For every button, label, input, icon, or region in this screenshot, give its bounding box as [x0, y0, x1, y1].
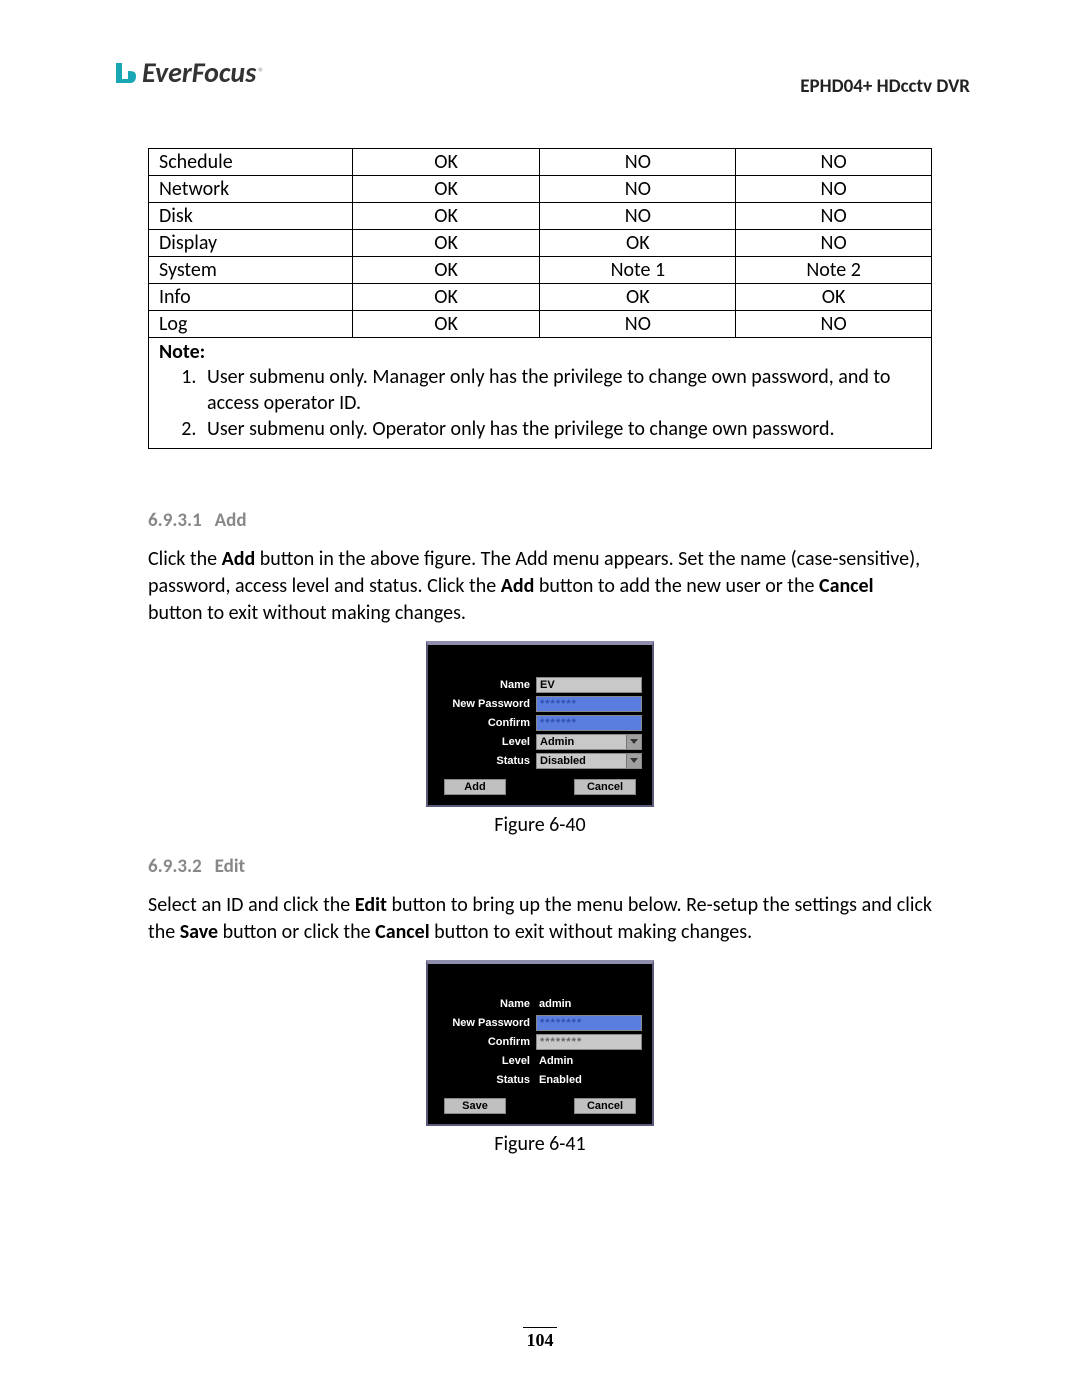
level-value: Admin [536, 1053, 642, 1069]
label-confirm: Confirm [438, 717, 536, 729]
table-row: LogOKNONO [149, 311, 932, 338]
figure-caption: Figure 6-41 [148, 1132, 932, 1156]
status-select[interactable]: Disabled [536, 753, 642, 769]
note-label: Note: [159, 340, 921, 364]
logo-icon [110, 59, 138, 87]
new-password-input[interactable]: ******* [536, 696, 642, 712]
add-description: Click the Add button in the above figure… [148, 546, 932, 627]
table-row: DiskOKNONO [149, 203, 932, 230]
note-item: User submenu only. Operator only has the… [201, 416, 921, 442]
label-new-password: New Password [438, 1017, 536, 1029]
brand-name: EverFocus® [142, 55, 264, 90]
confirm-input[interactable]: ******* [536, 715, 642, 731]
page-number: 104 [0, 1327, 1080, 1351]
edit-description: Select an ID and click the Edit button t… [148, 892, 932, 946]
label-status: Status [438, 755, 536, 767]
status-value: Enabled [536, 1072, 642, 1088]
label-status: Status [438, 1074, 536, 1086]
privilege-table: ScheduleOKNONO NetworkOKNONO DiskOKNONO … [148, 148, 932, 338]
note-box: Note: User submenu only. Manager only ha… [148, 338, 932, 449]
add-user-dialog: Name EV New Password ******* Confirm ***… [426, 641, 654, 807]
confirm-input[interactable]: ******** [536, 1034, 642, 1050]
save-button[interactable]: Save [444, 1098, 506, 1114]
label-name: Name [438, 679, 536, 691]
add-button[interactable]: Add [444, 779, 506, 795]
level-select[interactable]: Admin [536, 734, 642, 750]
page-header: EverFocus® EPHD04+ HDcctv DVR [110, 55, 970, 98]
brand-logo: EverFocus® [110, 55, 264, 90]
product-title: EPHD04+ HDcctv DVR [800, 75, 970, 98]
table-row: DisplayOKOKNO [149, 230, 932, 257]
figure-caption: Figure 6-40 [148, 813, 932, 837]
table-row: InfoOKOKOK [149, 284, 932, 311]
table-row: SystemOKNote 1Note 2 [149, 257, 932, 284]
cancel-button[interactable]: Cancel [574, 779, 636, 795]
table-row: ScheduleOKNONO [149, 149, 932, 176]
name-value: admin [536, 996, 642, 1012]
label-level: Level [438, 736, 536, 748]
chevron-down-icon [630, 739, 638, 744]
note-item: User submenu only. Manager only has the … [201, 364, 921, 416]
label-new-password: New Password [438, 698, 536, 710]
edit-user-dialog: Name admin New Password ******** Confirm… [426, 960, 654, 1126]
table-row: NetworkOKNONO [149, 176, 932, 203]
section-heading-add: 6.9.3.1 Add [148, 509, 932, 532]
section-heading-edit: 6.9.3.2 Edit [148, 855, 932, 878]
new-password-input[interactable]: ******** [536, 1015, 642, 1031]
chevron-down-icon [630, 758, 638, 763]
cancel-button[interactable]: Cancel [574, 1098, 636, 1114]
label-level: Level [438, 1055, 536, 1067]
label-confirm: Confirm [438, 1036, 536, 1048]
label-name: Name [438, 998, 536, 1010]
name-input[interactable]: EV [536, 677, 642, 693]
